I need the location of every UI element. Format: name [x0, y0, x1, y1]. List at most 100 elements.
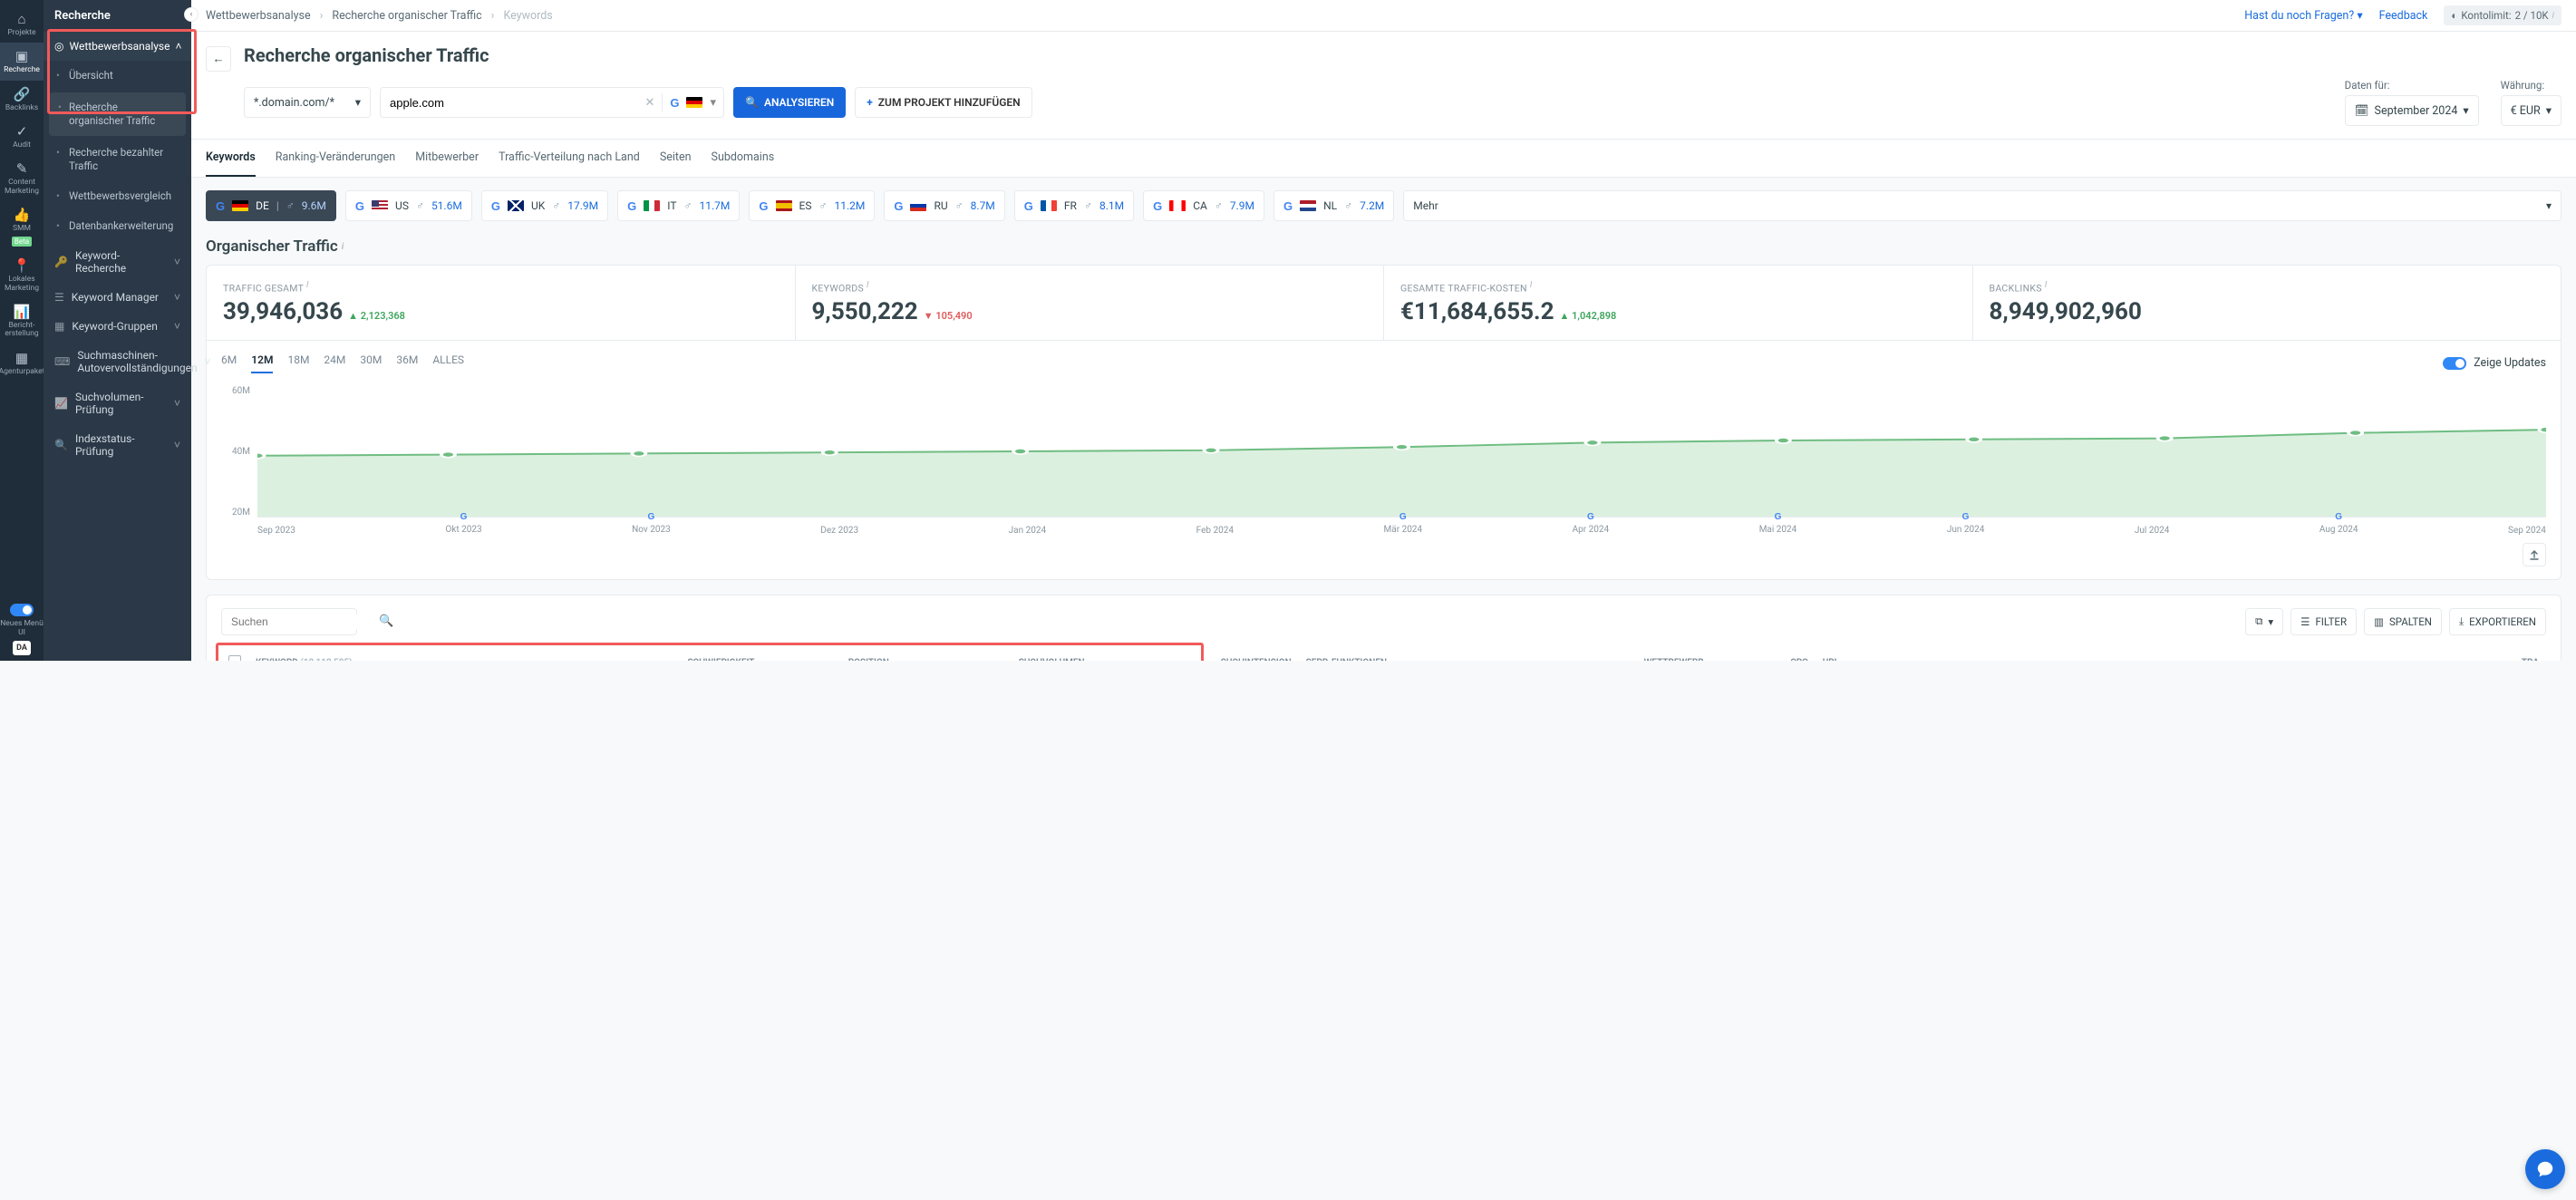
copy-button[interactable]: ⧉▾ — [2245, 608, 2283, 635]
chart-range-alles[interactable]: ALLES — [432, 353, 464, 373]
tab-mitbewerber[interactable]: Mitbewerber — [415, 140, 479, 177]
info-icon[interactable]: i — [2045, 280, 2048, 290]
rail-item-thumb[interactable]: 👍SMMBeta — [0, 201, 44, 252]
rail-badge[interactable]: DA — [13, 641, 31, 655]
breadcrumb-1[interactable]: Wettbewerbsanalyse — [206, 9, 311, 23]
select-all-checkbox[interactable] — [228, 655, 241, 662]
copy-icon: ⧉ — [2255, 615, 2262, 628]
sidebar-sub-item[interactable]: Recherche organischer Traffic — [49, 92, 186, 136]
chevron-right-icon: › — [491, 9, 495, 23]
tab-traffic-verteilung-nach-land[interactable]: Traffic-Verteilung nach Land — [499, 140, 640, 177]
chart-range-12m[interactable]: 12M — [251, 353, 273, 373]
account-limit-badge[interactable]: ◐ Kontolimit: 2 / 10K i — [2444, 5, 2561, 25]
clear-input-icon[interactable]: ✕ — [644, 96, 654, 110]
currency-select[interactable]: € EUR ▾ — [2501, 95, 2561, 126]
flag-it-icon — [644, 200, 660, 211]
breadcrumb-2[interactable]: Recherche organischer Traffic — [332, 9, 481, 23]
chart-range-30m[interactable]: 30M — [360, 353, 382, 373]
traffic-icon: ♂ — [684, 199, 692, 212]
col-url[interactable]: URL — [1816, 646, 2465, 662]
info-icon[interactable]: i — [342, 242, 344, 252]
rail-item-report[interactable]: 📊Bericht-erstellung — [0, 298, 44, 344]
chart-range-6m[interactable]: 6M — [221, 353, 237, 373]
metric-card[interactable]: TRAFFIC GESAMT i39,946,036▲ 2,123,368 — [207, 266, 796, 340]
agency-icon: ▦ — [15, 350, 28, 366]
col-intent[interactable]: SUCHINTENSION — [1092, 646, 1299, 662]
country-pill-it[interactable]: GIT♂11.7M — [617, 190, 740, 221]
domain-mode-select[interactable]: *.domain.com/*▾ — [244, 87, 371, 118]
col-volume[interactable]: SUCHVOLUMEN — [896, 646, 1092, 662]
tab-ranking-ver-nderungen[interactable]: Ranking-Veränderungen — [276, 140, 395, 177]
chart-range-24m[interactable]: 24M — [324, 353, 345, 373]
export-chart-button[interactable] — [2523, 543, 2546, 566]
metric-card[interactable]: KEYWORDS i9,550,222▼ 105,490 — [796, 266, 1385, 340]
filter-button[interactable]: ☰FILTER — [2290, 608, 2357, 635]
col-cpc[interactable]: CPC — [1711, 646, 1816, 662]
country-pill-es[interactable]: GES♂11.2M — [749, 190, 875, 221]
sidebar-sub-item[interactable]: Wettbewerbsvergleich — [44, 181, 191, 211]
flag-uk-icon — [508, 200, 524, 211]
add-to-project-button[interactable]: + ZUM PROJEKT HINZUFÜGEN — [855, 87, 1031, 118]
beta-badge: Beta — [12, 237, 32, 247]
col-keyword[interactable]: KEYWORD (18,112,585) — [248, 646, 564, 662]
col-serp[interactable]: SERP-FUNKTIONEN — [1299, 646, 1531, 662]
col-competition[interactable]: WETTBEWERB — [1531, 646, 1711, 662]
show-updates-toggle[interactable] — [2443, 357, 2466, 370]
rail-item-link[interactable]: 🔗Backlinks — [0, 81, 44, 118]
info-icon[interactable]: i — [306, 280, 309, 290]
tab-seiten[interactable]: Seiten — [660, 140, 692, 177]
country-pill-uk[interactable]: GUK♂17.9M — [481, 190, 608, 221]
col-difficulty[interactable]: SCHWIERIGKEIT — [564, 646, 761, 662]
chart-range-18m[interactable]: 18M — [287, 353, 309, 373]
sidebar-sub-item[interactable]: Übersicht — [44, 61, 191, 91]
rail-item-check[interactable]: ✓Audit — [0, 118, 44, 155]
info-icon[interactable]: i — [1530, 280, 1533, 290]
rail-item-pin[interactable]: 📍Lokales Marketing — [0, 252, 44, 298]
rail-item-agency[interactable]: ▦Agenturpaket — [0, 344, 44, 382]
check-icon: ✓ — [16, 123, 28, 140]
chevron-down-icon[interactable]: ▾ — [710, 96, 716, 110]
tab-keywords[interactable]: Keywords — [206, 140, 256, 177]
sidebar-section-competitor-analysis[interactable]: ◎ Wettbewerbsanalyse ˄ — [44, 32, 191, 61]
sidebar-item[interactable]: 📈Suchvolumen-Prüfung˅ — [44, 382, 191, 424]
sidebar-item[interactable]: 🔍Indexstatus-Prüfung˅ — [44, 424, 191, 466]
back-button[interactable]: ← — [206, 46, 231, 72]
export-button[interactable]: ⤓EXPORTIEREN — [2449, 608, 2546, 635]
info-icon[interactable]: i — [867, 280, 869, 290]
table-search-input[interactable] — [229, 615, 373, 629]
google-icon: G — [216, 199, 225, 213]
tab-subdomains[interactable]: Subdomains — [712, 140, 775, 177]
date-select[interactable]: 🗓 September 2024 ▾ — [2345, 95, 2479, 126]
rail-item-edit[interactable]: ✎Content Marketing — [0, 155, 44, 201]
chart-plot[interactable] — [257, 386, 2546, 518]
sidebar-item[interactable]: 🔑Keyword-Recherche˅ — [44, 241, 191, 283]
sidebar-item[interactable]: ▦Keyword-Gruppen˅ — [44, 312, 191, 341]
analyze-button[interactable]: 🔍 ANALYSIEREN — [733, 87, 846, 118]
columns-button[interactable]: ▥SPALTEN — [2364, 608, 2442, 635]
feedback-link[interactable]: Feedback — [2379, 9, 2428, 23]
more-countries-select[interactable]: Mehr▾ — [1403, 190, 2561, 221]
sidebar-sub-item[interactable]: Datenbankerweiterung — [44, 211, 191, 241]
faq-link[interactable]: Hast du noch Fragen? ▾ — [2244, 8, 2362, 23]
col-position[interactable]: POSITION — [761, 646, 896, 662]
chat-widget-button[interactable] — [2525, 1149, 2565, 1189]
country-pill-ca[interactable]: GCA♂7.9M — [1143, 190, 1264, 221]
sidebar-item[interactable]: ⌨Suchmaschinen-Autovervollständigungen˅ — [44, 341, 191, 382]
rail-item-home[interactable]: ⌂Projekte — [0, 5, 44, 43]
rail-item-research[interactable]: ▣Recherche — [0, 43, 44, 80]
col-traffic[interactable]: TRA — [2465, 646, 2546, 662]
metric-card[interactable]: BACKLINKS i8,949,902,960 — [1973, 266, 2561, 340]
domain-input[interactable] — [388, 95, 637, 111]
sidebar-collapse-button[interactable]: ‹ — [184, 7, 199, 22]
google-update-marker: G — [445, 512, 481, 522]
new-menu-ui-toggle[interactable] — [10, 604, 34, 616]
sidebar-sub-item[interactable]: Recherche bezahlter Traffic — [44, 138, 191, 181]
country-pill-us[interactable]: GUS♂51.6M — [345, 190, 472, 221]
metric-card[interactable]: GESAMTE TRAFFIC-KOSTEN i€11,684,655.2▲ 1… — [1384, 266, 1973, 340]
country-pill-ru[interactable]: GRU♂8.7M — [884, 190, 1004, 221]
chart-range-36m[interactable]: 36M — [396, 353, 418, 373]
country-pill-de[interactable]: GDE|♂9.6M — [206, 190, 336, 221]
country-pill-fr[interactable]: GFR♂8.1M — [1014, 190, 1134, 221]
country-pill-nl[interactable]: GNL♂7.2M — [1273, 190, 1394, 221]
sidebar-item[interactable]: ☰Keyword Manager˅ — [44, 283, 191, 312]
